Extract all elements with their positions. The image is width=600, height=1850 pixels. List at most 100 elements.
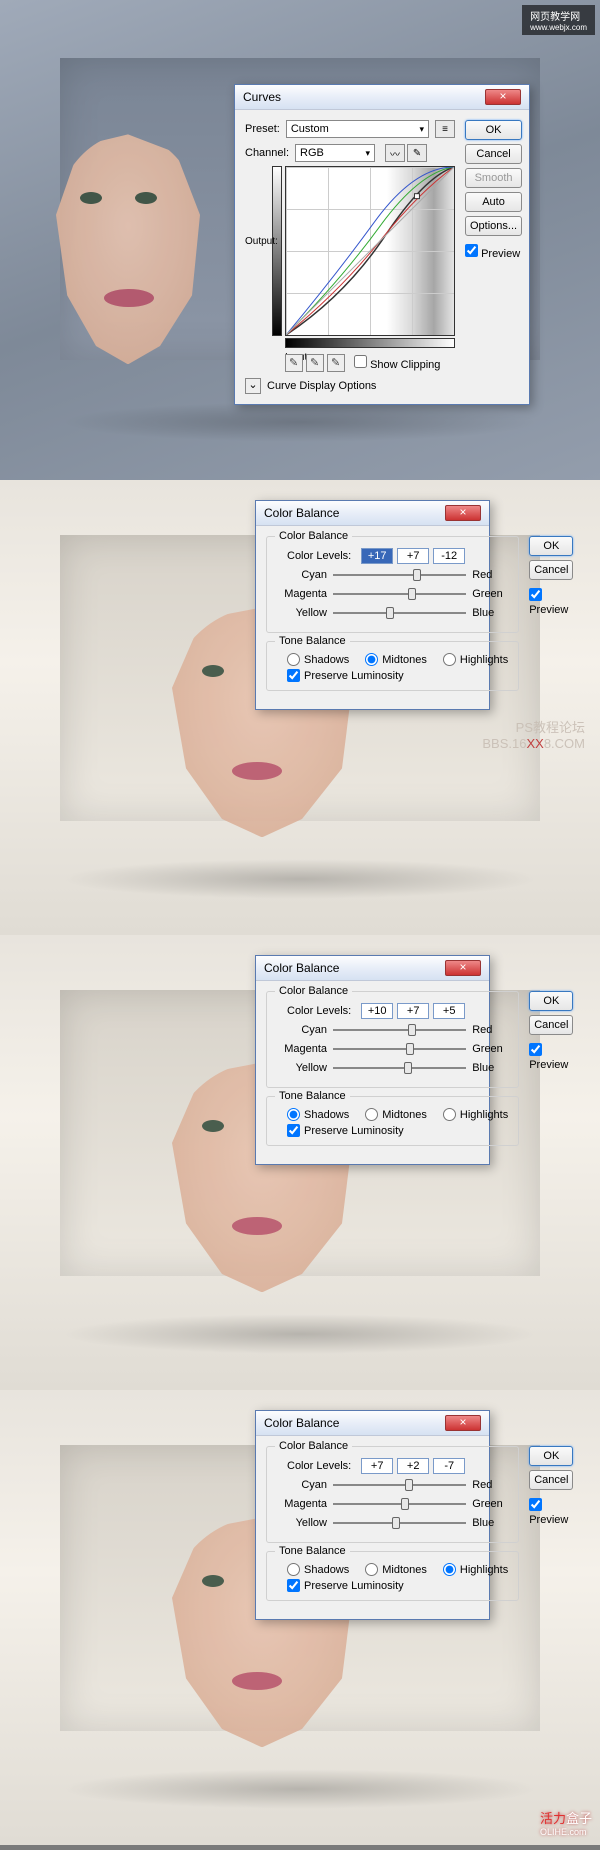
yellow-blue-slider[interactable]	[333, 605, 466, 621]
level-cyan-red-input[interactable]	[361, 1458, 393, 1474]
dialog-titlebar[interactable]: Curves ×	[235, 85, 529, 110]
curve-grid[interactable]	[285, 166, 455, 336]
level-magenta-green-input[interactable]	[397, 1003, 429, 1019]
color-balance-dialog: Color Balance × Color Balance Color Leve…	[255, 500, 490, 710]
cyan-label: Cyan	[277, 1479, 327, 1491]
highlights-radio[interactable]: Highlights	[443, 1108, 508, 1121]
cyan-label: Cyan	[277, 1024, 327, 1036]
ok-button[interactable]: OK	[529, 536, 573, 556]
dialog-titlebar[interactable]: Color Balance ×	[256, 1411, 489, 1436]
show-clipping-check[interactable]: Show Clipping	[354, 355, 440, 371]
close-icon[interactable]: ×	[445, 505, 481, 521]
close-icon[interactable]: ×	[485, 89, 521, 105]
cyan-red-slider[interactable]	[333, 567, 466, 583]
dialog-titlebar[interactable]: Color Balance ×	[256, 956, 489, 981]
group-label: Tone Balance	[275, 1090, 350, 1102]
magenta-label: Magenta	[277, 1043, 327, 1055]
yellow-blue-slider[interactable]	[333, 1515, 466, 1531]
group-label: Color Balance	[275, 985, 352, 997]
shadows-radio[interactable]: Shadows	[287, 653, 349, 666]
color-balance-group: Color Balance Color Levels: Cyan	[266, 991, 519, 1088]
midtones-radio[interactable]: Midtones	[365, 1563, 427, 1576]
expand-icon[interactable]: ⌄	[245, 378, 261, 394]
preserve-luminosity-check[interactable]: Preserve Luminosity	[287, 669, 508, 682]
green-label: Green	[472, 1043, 508, 1055]
level-cyan-red-input[interactable]	[361, 1003, 393, 1019]
shadows-radio[interactable]: Shadows	[287, 1563, 349, 1576]
preview-check[interactable]: Preview	[529, 588, 573, 616]
curve-tool-icon[interactable]: 〰	[385, 144, 405, 162]
highlights-radio[interactable]: Highlights	[443, 1563, 508, 1576]
level-yellow-blue-input[interactable]	[433, 548, 465, 564]
cancel-button[interactable]: Cancel	[529, 1015, 573, 1035]
red-label: Red	[472, 1479, 508, 1491]
pencil-tool-icon[interactable]: ✎	[407, 144, 427, 162]
preview-check[interactable]: Preview	[465, 244, 522, 260]
level-magenta-green-input[interactable]	[397, 548, 429, 564]
black-point-eyedropper-icon[interactable]	[285, 354, 303, 372]
dialog-title: Color Balance	[264, 1416, 339, 1430]
dialog-titlebar[interactable]: Color Balance ×	[256, 501, 489, 526]
preserve-luminosity-check[interactable]: Preserve Luminosity	[287, 1579, 508, 1592]
blue-label: Blue	[472, 607, 508, 619]
level-magenta-green-input[interactable]	[397, 1458, 429, 1474]
curve-paths	[286, 167, 454, 335]
tone-balance-group: Tone Balance Shadows Midtones Highlights	[266, 1096, 519, 1146]
level-yellow-blue-input[interactable]	[433, 1003, 465, 1019]
preview-check[interactable]: Preview	[529, 1498, 573, 1526]
level-yellow-blue-input[interactable]	[433, 1458, 465, 1474]
tutorial-step-curves: 网页教学网 www.webjx.com Curves × Preset: Cus…	[0, 0, 600, 480]
watermark-url: www.webjx.com	[530, 23, 587, 32]
cyan-red-slider[interactable]	[333, 1022, 466, 1038]
magenta-green-slider[interactable]	[333, 586, 466, 602]
channel-combo[interactable]: RGB	[295, 144, 375, 162]
ok-button[interactable]: OK	[529, 1446, 573, 1466]
preserve-luminosity-check[interactable]: Preserve Luminosity	[287, 1124, 508, 1137]
tutorial-step-colorbalance-3: 活力盒子OLIHE.com Color Balance × Color Bala…	[0, 1390, 600, 1845]
gray-point-eyedropper-icon[interactable]	[306, 354, 324, 372]
tone-balance-group: Tone Balance Shadows Midtones Highlights	[266, 641, 519, 691]
curve-editor[interactable]: Output: Input:	[285, 166, 455, 348]
green-label: Green	[472, 588, 508, 600]
color-balance-dialog: Color Balance × Color Balance Color Leve…	[255, 955, 490, 1165]
close-icon[interactable]: ×	[445, 960, 481, 976]
cancel-button[interactable]: Cancel	[465, 144, 522, 164]
midtones-radio[interactable]: Midtones	[365, 653, 427, 666]
shadows-radio[interactable]: Shadows	[287, 1108, 349, 1121]
cancel-button[interactable]: Cancel	[529, 560, 573, 580]
yellow-label: Yellow	[277, 607, 327, 619]
midtones-radio[interactable]: Midtones	[365, 1108, 427, 1121]
cancel-button[interactable]: Cancel	[529, 1470, 573, 1490]
smooth-button[interactable]: Smooth	[465, 168, 522, 188]
white-point-eyedropper-icon[interactable]	[327, 354, 345, 372]
red-label: Red	[472, 569, 508, 581]
cyan-red-slider[interactable]	[333, 1477, 466, 1493]
face-artwork	[48, 134, 208, 364]
cyan-label: Cyan	[277, 569, 327, 581]
auto-button[interactable]: Auto	[465, 192, 522, 212]
preset-combo[interactable]: Custom	[286, 120, 429, 138]
watermark-forum: PS教程论坛 BBS.16XX8.COM	[482, 717, 585, 751]
blue-label: Blue	[472, 1517, 508, 1529]
group-label: Tone Balance	[275, 635, 350, 647]
blue-label: Blue	[472, 1062, 508, 1074]
magenta-label: Magenta	[277, 1498, 327, 1510]
preview-check[interactable]: Preview	[529, 1043, 573, 1071]
yellow-blue-slider[interactable]	[333, 1060, 466, 1076]
preset-menu-icon[interactable]: ≡	[435, 120, 455, 138]
highlights-radio[interactable]: Highlights	[443, 653, 508, 666]
magenta-label: Magenta	[277, 588, 327, 600]
output-label: Output:	[245, 236, 278, 247]
magenta-green-slider[interactable]	[333, 1496, 466, 1512]
magenta-green-slider[interactable]	[333, 1041, 466, 1057]
level-cyan-red-input[interactable]	[361, 548, 393, 564]
close-icon[interactable]: ×	[445, 1415, 481, 1431]
curves-dialog: Curves × Preset: Custom ≡ Channel: RGB 〰…	[234, 84, 530, 405]
options-button[interactable]: Options...	[465, 216, 522, 236]
color-levels-label: Color Levels:	[287, 550, 351, 562]
ok-button[interactable]: OK	[465, 120, 522, 140]
ok-button[interactable]: OK	[529, 991, 573, 1011]
yellow-label: Yellow	[277, 1517, 327, 1529]
dialog-title: Curves	[243, 90, 281, 104]
color-levels-label: Color Levels:	[287, 1005, 351, 1017]
